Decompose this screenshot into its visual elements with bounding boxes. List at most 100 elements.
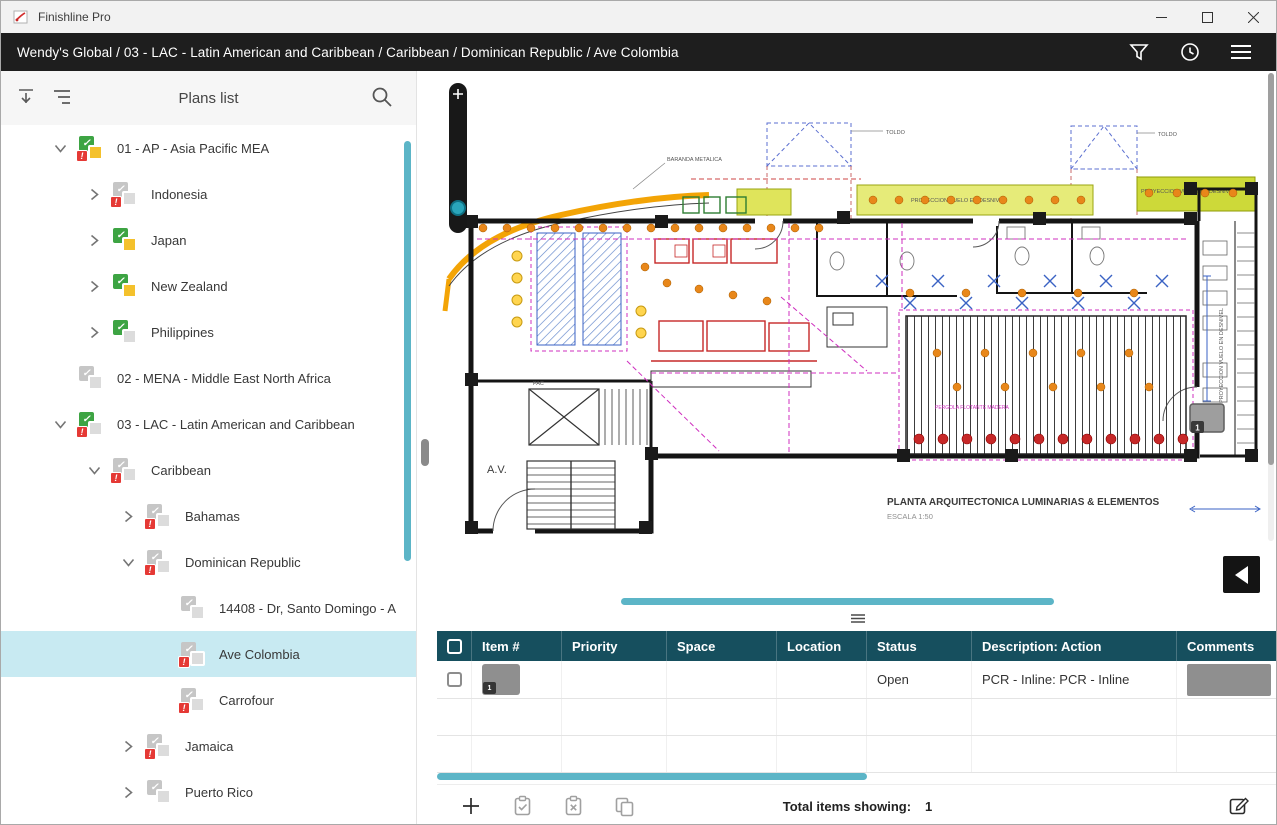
table-horizontal-scrollbar[interactable] xyxy=(437,773,867,780)
table-row-empty xyxy=(437,736,1277,773)
select-all-cell[interactable] xyxy=(437,631,471,661)
select-all-checkbox[interactable] xyxy=(447,639,462,654)
tree-item-dominican-republic[interactable]: Dominican Republic xyxy=(1,539,416,585)
tree-item-philippines[interactable]: Philippines xyxy=(1,309,416,355)
tree-item-lac[interactable]: 03 - LAC - Latin American and Caribbean xyxy=(1,401,416,447)
row-checkbox[interactable] xyxy=(447,672,462,687)
tree-item-caribbean[interactable]: Caribbean xyxy=(1,447,416,493)
kitchen-equipment xyxy=(651,239,817,361)
zoom-slider-handle[interactable] xyxy=(450,200,466,216)
collapse-panel-button[interactable] xyxy=(1223,556,1260,593)
copy-icon xyxy=(614,796,635,817)
tree-item-indonesia[interactable]: Indonesia xyxy=(1,171,416,217)
column-header-status[interactable]: Status xyxy=(866,631,971,661)
item-pin-badge: 1 xyxy=(483,682,496,694)
plan-status-icon xyxy=(181,641,207,667)
history-button[interactable] xyxy=(1178,40,1202,64)
duplicate-items-button[interactable] xyxy=(612,794,636,818)
column-header-item[interactable]: Item # xyxy=(471,631,561,661)
search-button[interactable] xyxy=(370,85,394,114)
table-row[interactable]: 1 Open PCR - Inline: PCR - Inline xyxy=(437,661,1277,699)
tree-item-carrofour[interactable]: Carrofour xyxy=(1,677,416,723)
floor-plan-canvas[interactable]: TOLDO TOLDO BARANDA METALICA PROYECCION … xyxy=(437,71,1277,601)
breadcrumb-bar: Wendy's Global / 03 - LAC - Latin Americ… xyxy=(1,33,1276,71)
tree-item-japan[interactable]: Japan xyxy=(1,217,416,263)
panel-splitter[interactable] xyxy=(417,71,437,825)
plan-table-divider[interactable] xyxy=(437,609,1277,631)
clipboard-x-icon xyxy=(563,795,584,817)
plan-status-icon xyxy=(113,273,139,299)
comments-cell[interactable] xyxy=(1176,661,1277,698)
row-select-cell[interactable] xyxy=(437,661,471,698)
proyeccion-side-label: PROYECCION VUELO EN DESNIVEL xyxy=(1219,308,1225,403)
chevron-down-icon[interactable] xyxy=(51,415,69,433)
item-thumbnail[interactable]: 1 xyxy=(482,664,520,695)
plans-sidebar: Plans list 01 - AP - Asia Pacific MEA In… xyxy=(1,71,417,825)
chevron-right-icon[interactable] xyxy=(85,323,103,341)
tree-item-ap-asia-pacific[interactable]: 01 - AP - Asia Pacific MEA xyxy=(1,125,416,171)
tree-item-mena[interactable]: 02 - MENA - Middle East North Africa xyxy=(1,355,416,401)
close-button[interactable] xyxy=(1230,1,1276,33)
alert-badge-icon xyxy=(76,150,88,162)
column-header-priority[interactable]: Priority xyxy=(561,631,666,661)
filter-button[interactable] xyxy=(1127,40,1151,64)
column-header-comments[interactable]: Comments xyxy=(1176,631,1277,661)
plan-status-icon xyxy=(181,687,207,713)
chevron-right-icon[interactable] xyxy=(85,185,103,203)
chevron-down-icon[interactable] xyxy=(85,461,103,479)
sidebar-header: Plans list xyxy=(1,71,416,125)
back-arrow-icon xyxy=(1235,566,1248,584)
plan-status-icon xyxy=(147,733,173,759)
tree-item-puerto-rico[interactable]: Puerto Rico xyxy=(1,769,416,815)
chevron-right-icon[interactable] xyxy=(85,277,103,295)
maximize-button[interactable] xyxy=(1184,1,1230,33)
column-header-location[interactable]: Location xyxy=(776,631,866,661)
clock-icon xyxy=(1179,41,1201,63)
plan-status-icon xyxy=(147,549,173,575)
plan-item-pin[interactable]: 1 xyxy=(1190,404,1224,433)
space-cell[interactable] xyxy=(666,661,776,698)
plan-vertical-scrollbar[interactable] xyxy=(1268,73,1274,541)
tree-item-14408-santo-domingo[interactable]: 14408 - Dr, Santo Domingo - A xyxy=(1,585,416,631)
chevron-down-icon[interactable] xyxy=(51,139,69,157)
menu-button[interactable] xyxy=(1229,40,1253,64)
chevron-right-icon[interactable] xyxy=(85,231,103,249)
plan-horizontal-scrollbar[interactable] xyxy=(621,598,1054,605)
pergola-label: PERGOLA FLOTANTE MADERA xyxy=(935,405,1009,411)
tree-item-ave-colombia[interactable]: Ave Colombia xyxy=(1,631,416,677)
app-window: Finishline Pro Wendy's Global / 03 - LAC… xyxy=(0,0,1277,825)
splitter-grip[interactable] xyxy=(421,439,429,466)
chevron-down-icon[interactable] xyxy=(119,553,137,571)
item-number-cell[interactable]: 1 xyxy=(471,661,561,698)
plus-icon xyxy=(461,796,481,816)
restroom-fixtures xyxy=(830,227,1104,270)
location-cell[interactable] xyxy=(776,661,866,698)
plan-vertical-scrollbar-thumb[interactable] xyxy=(1268,73,1274,465)
approve-items-button[interactable] xyxy=(510,794,534,818)
zoom-slider[interactable] xyxy=(449,83,467,233)
title-bar: Finishline Pro xyxy=(1,1,1276,33)
report-button[interactable] xyxy=(1228,794,1252,823)
breadcrumb[interactable]: Wendy's Global / 03 - LAC - Latin Americ… xyxy=(17,45,679,60)
chevron-right-icon[interactable] xyxy=(119,783,137,801)
sidebar-scrollbar[interactable] xyxy=(404,141,411,561)
zoom-in-icon[interactable] xyxy=(453,89,463,99)
comments-thumbnail[interactable] xyxy=(1187,664,1271,696)
chevron-right-icon[interactable] xyxy=(119,737,137,755)
divider-grip-icon[interactable] xyxy=(850,613,866,623)
tree-item-jamaica[interactable]: Jamaica xyxy=(1,723,416,769)
status-cell[interactable]: Open xyxy=(866,661,971,698)
add-item-button[interactable] xyxy=(459,794,483,818)
priority-cell[interactable] xyxy=(561,661,666,698)
tree-item-new-zealand[interactable]: New Zealand xyxy=(1,263,416,309)
stairs-elevator xyxy=(527,389,647,529)
pin-number: 1 xyxy=(1195,424,1200,433)
chevron-right-icon[interactable] xyxy=(119,507,137,525)
plan-viewer[interactable]: TOLDO TOLDO BARANDA METALICA PROYECCION … xyxy=(437,71,1277,609)
column-header-description[interactable]: Description: Action xyxy=(971,631,1176,661)
column-header-space[interactable]: Space xyxy=(666,631,776,661)
reject-items-button[interactable] xyxy=(561,794,585,818)
description-cell[interactable]: PCR - Inline: PCR - Inline xyxy=(971,661,1176,698)
tree-item-bahamas[interactable]: Bahamas xyxy=(1,493,416,539)
minimize-button[interactable] xyxy=(1138,1,1184,33)
